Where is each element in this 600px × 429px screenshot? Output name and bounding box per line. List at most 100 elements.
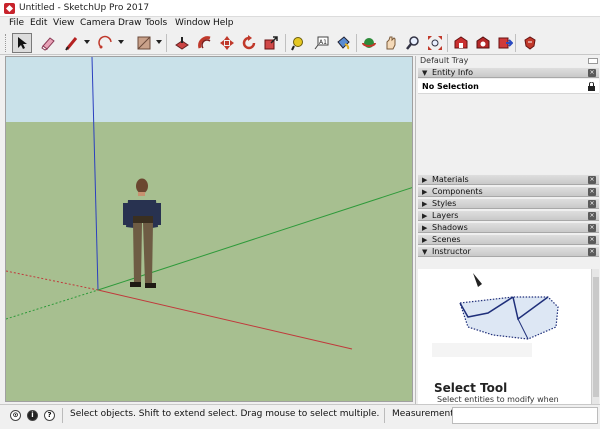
panel-materials-header[interactable]: ▶ Materials × — [418, 174, 599, 185]
title-bar: Untitled - SketchUp Pro 2017 — [0, 0, 600, 17]
ruby-extension-button[interactable] — [520, 33, 540, 53]
panel-instructor-header[interactable]: ▼ Instructor × — [418, 246, 599, 257]
rectangle-tool-button[interactable] — [134, 33, 154, 53]
entity-info-body: No Selection — [418, 79, 599, 94]
close-icon[interactable]: × — [588, 188, 596, 196]
menu-window[interactable]: Window — [175, 18, 211, 28]
expand-triangle-icon: ▶ — [422, 200, 428, 208]
panel-label-layers: Layers — [432, 211, 459, 220]
help-icon[interactable]: ? — [44, 410, 55, 421]
measurements-input[interactable] — [452, 407, 598, 424]
panel-label-styles: Styles — [432, 199, 457, 208]
menu-bar: File Edit View Camera Draw Tools Window … — [0, 17, 600, 30]
scale-icon — [264, 36, 278, 50]
green-axis-negative — [6, 289, 99, 320]
sketchup-logo-icon — [4, 3, 15, 14]
toolbar-grip[interactable] — [5, 34, 8, 52]
paint-bucket-tool-button[interactable] — [333, 33, 353, 53]
tray-title: Default Tray — [416, 56, 600, 67]
instructor-illustration — [432, 273, 559, 357]
zoom-extents-tool-button[interactable] — [425, 33, 445, 53]
line-icon — [65, 37, 78, 51]
rectangle-icon — [137, 36, 151, 50]
menu-draw[interactable]: Draw — [118, 18, 142, 28]
close-icon[interactable]: × — [588, 69, 596, 77]
push-pull-tool-button[interactable] — [172, 33, 192, 53]
text-icon: A1 — [314, 36, 329, 50]
credits-icon[interactable]: i — [27, 410, 38, 421]
extension-warehouse-button[interactable] — [473, 33, 493, 53]
orbit-tool-button[interactable] — [359, 33, 379, 53]
paint-bucket-icon — [337, 36, 350, 50]
orbit-icon — [362, 38, 376, 48]
scale-tool-button[interactable] — [261, 33, 281, 53]
send-to-layout-button[interactable] — [495, 33, 515, 53]
panel-shadows-header[interactable]: ▶ Shadows × — [418, 222, 599, 233]
panel-styles-header[interactable]: ▶ Styles × — [418, 198, 599, 209]
rotate-tool-button[interactable] — [239, 33, 259, 53]
text-tool-button[interactable]: A1 — [311, 33, 331, 53]
panel-entity-info-header[interactable]: ▼ Entity Info × — [418, 67, 599, 78]
menu-file[interactable]: File — [9, 18, 24, 28]
collapse-triangle-icon: ▼ — [422, 69, 428, 77]
lock-icon[interactable] — [588, 82, 595, 91]
zoom-tool-button[interactable] — [403, 33, 423, 53]
eraser-tool-button[interactable] — [38, 33, 58, 53]
close-icon[interactable]: × — [588, 248, 596, 256]
menu-tools[interactable]: Tools — [145, 18, 167, 28]
instructor-tool-description: Select entities to modify when — [437, 395, 559, 404]
instructor-scrollbar[interactable] — [591, 269, 599, 404]
close-icon[interactable]: × — [588, 200, 596, 208]
select-icon — [18, 37, 27, 49]
scene-canvas — [6, 57, 412, 350]
select-tool-button[interactable] — [12, 33, 32, 53]
menu-help[interactable]: Help — [213, 18, 234, 28]
status-bar: ⊙ i ? Select objects. Shift to extend se… — [0, 404, 600, 429]
extension-warehouse-icon — [476, 36, 490, 49]
geo-location-icon[interactable]: ⊙ — [10, 410, 21, 421]
menu-edit[interactable]: Edit — [30, 18, 47, 28]
panel-scenes-header[interactable]: ▶ Scenes × — [418, 234, 599, 245]
tape-measure-tool-button[interactable] — [288, 33, 308, 53]
panel-layers-header[interactable]: ▶ Layers × — [418, 210, 599, 221]
tray-pin-icon[interactable] — [588, 58, 598, 64]
expand-triangle-icon: ▶ — [422, 176, 428, 184]
move-tool-button[interactable] — [217, 33, 237, 53]
panel-label-components: Components — [432, 187, 483, 196]
shape-dropdown-arrow[interactable] — [156, 40, 162, 44]
collapse-triangle-icon: ▼ — [422, 248, 428, 256]
zoom-icon — [406, 36, 419, 50]
send-to-layout-icon — [498, 37, 513, 49]
close-icon[interactable]: × — [588, 212, 596, 220]
offset-tool-button[interactable] — [195, 33, 215, 53]
status-message: Select objects. Shift to extend select. … — [70, 409, 380, 419]
pan-tool-button[interactable] — [381, 33, 401, 53]
close-icon[interactable]: × — [588, 236, 596, 244]
arc-dropdown-arrow[interactable] — [118, 40, 124, 44]
cursor-arrow-icon — [473, 273, 482, 287]
instructor-tool-title: Select Tool — [434, 381, 508, 395]
main-toolbar: A1 — [0, 30, 600, 55]
panel-label-entity-info: Entity Info — [432, 68, 474, 77]
instructor-scroll-thumb[interactable] — [593, 277, 599, 397]
offset-icon — [198, 36, 211, 49]
push-pull-icon — [175, 37, 189, 50]
close-icon[interactable]: × — [588, 224, 596, 232]
red-axis-negative — [6, 270, 99, 291]
close-icon[interactable]: × — [588, 176, 596, 184]
panel-label-shadows: Shadows — [432, 223, 468, 232]
expand-triangle-icon: ▶ — [422, 236, 428, 244]
menu-camera[interactable]: Camera — [80, 18, 115, 28]
panel-label-instructor: Instructor — [432, 247, 471, 256]
menu-view[interactable]: View — [53, 18, 74, 28]
arc-tool-button[interactable] — [96, 33, 116, 53]
red-axis — [97, 289, 353, 350]
3d-warehouse-button[interactable] — [451, 33, 471, 53]
line-tool-button[interactable] — [62, 33, 82, 53]
panel-label-materials: Materials — [432, 175, 469, 184]
line-dropdown-arrow[interactable] — [84, 40, 90, 44]
panel-components-header[interactable]: ▶ Components × — [418, 186, 599, 197]
model-viewport[interactable] — [5, 56, 413, 402]
zoom-extents-icon — [428, 36, 442, 50]
rotate-icon — [242, 35, 256, 50]
